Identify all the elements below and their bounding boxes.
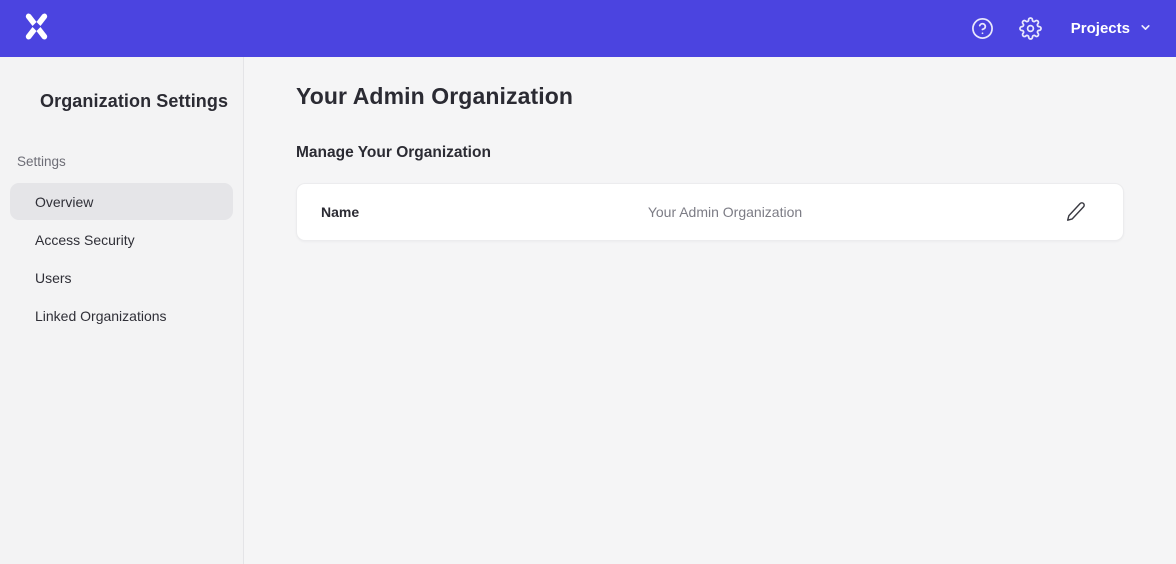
section-title: Manage Your Organization: [296, 144, 1124, 162]
sidebar-item-linked-organizations[interactable]: Linked Organizations: [10, 297, 233, 334]
help-button[interactable]: [965, 11, 1001, 47]
sidebar-item-label: Linked Organizations: [35, 308, 167, 324]
page-title: Your Admin Organization: [296, 83, 1124, 110]
sidebar-title: Organization Settings: [0, 91, 243, 112]
sidebar-item-label: Access Security: [35, 232, 135, 248]
edit-name-button[interactable]: [1059, 195, 1093, 229]
name-field-value: Your Admin Organization: [391, 204, 1059, 220]
name-field-label: Name: [321, 204, 391, 220]
page-body: Organization Settings Settings Overview …: [0, 57, 1176, 564]
sidebar: Organization Settings Settings Overview …: [0, 57, 244, 564]
gear-icon: [1019, 17, 1042, 40]
pencil-edit-icon: [1066, 201, 1086, 224]
settings-button[interactable]: [1013, 11, 1049, 47]
sidebar-item-access-security[interactable]: Access Security: [10, 221, 233, 258]
topbar: Projects: [0, 0, 1176, 57]
sidebar-nav: Overview Access Security Users Linked Or…: [0, 183, 243, 334]
x-brand-logo-icon: [23, 13, 50, 45]
projects-dropdown-label: Projects: [1071, 20, 1130, 37]
brand-logo[interactable]: [20, 13, 52, 45]
sidebar-item-users[interactable]: Users: [10, 259, 233, 296]
name-field-card: Name Your Admin Organization: [296, 183, 1124, 241]
sidebar-item-label: Overview: [35, 194, 93, 210]
sidebar-item-overview[interactable]: Overview: [10, 183, 233, 220]
projects-dropdown[interactable]: Projects: [1071, 19, 1152, 38]
sidebar-section-label: Settings: [0, 154, 243, 169]
sidebar-item-label: Users: [35, 270, 72, 286]
main-content: Your Admin Organization Manage Your Orga…: [244, 57, 1176, 564]
chevron-down-icon: [1139, 19, 1152, 38]
help-circle-icon: [971, 17, 994, 40]
